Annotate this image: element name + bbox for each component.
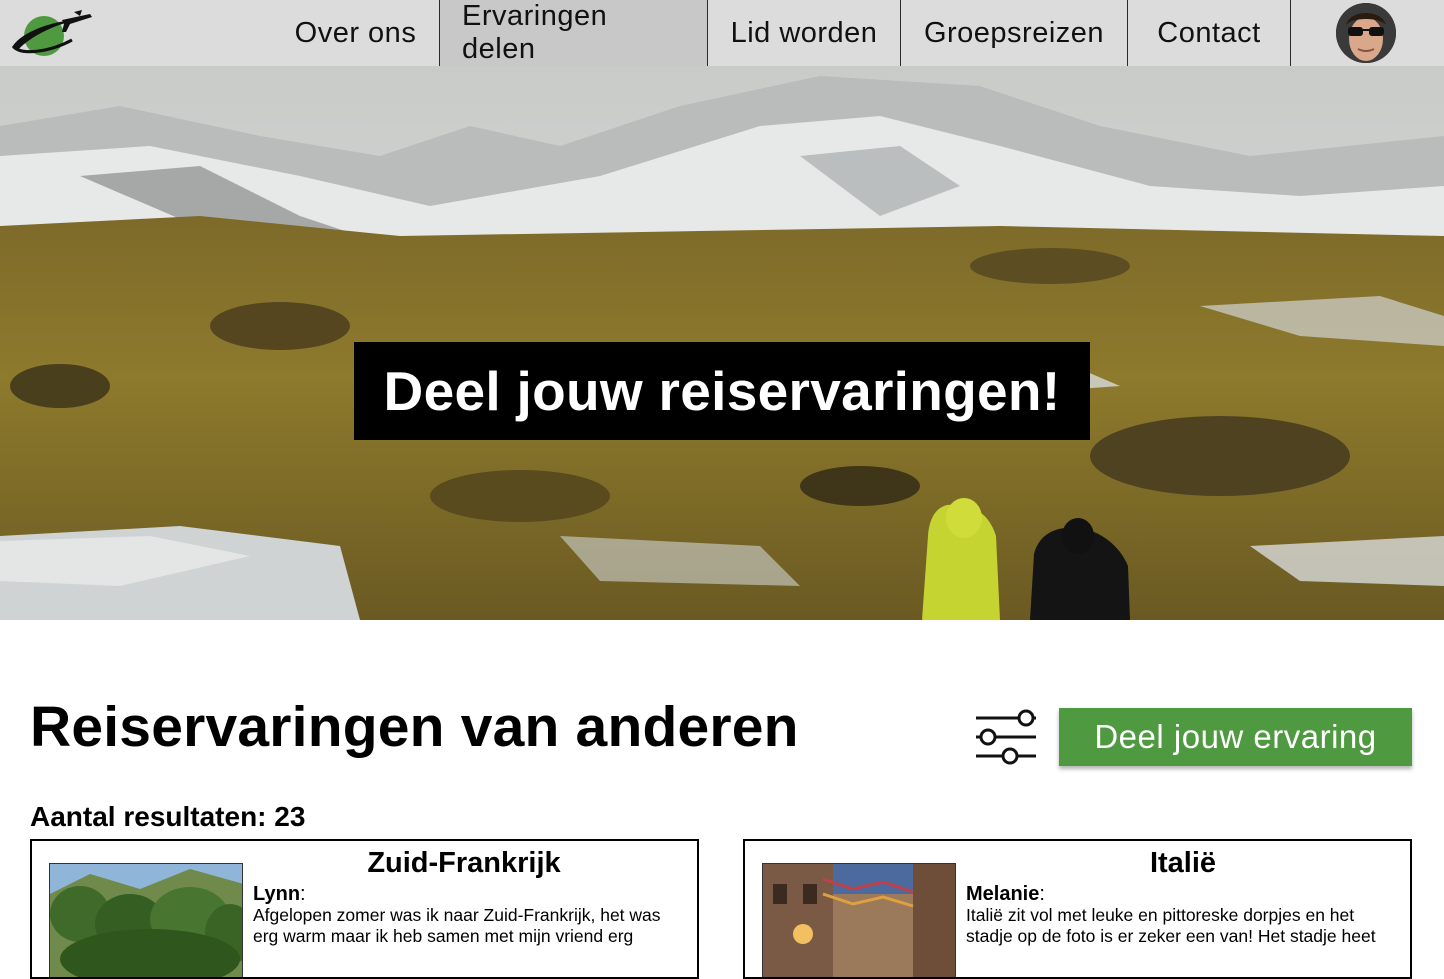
user-avatar[interactable]: [1336, 3, 1396, 63]
card-author: Melanie:: [966, 883, 1045, 905]
globe-airplane-logo[interactable]: [10, 6, 94, 60]
sliders-icon[interactable]: [972, 708, 1040, 766]
nav-item-over-ons[interactable]: Over ons: [272, 0, 440, 66]
card-author: Lynn:: [253, 883, 306, 905]
experience-card[interactable]: Zuid-Frankrijk Lynn: Afgelopen zomer was…: [30, 839, 699, 979]
share-experience-button[interactable]: Deel jouw ervaring: [1059, 708, 1412, 766]
nav-item-contact[interactable]: Contact: [1128, 0, 1291, 66]
card-thumbnail: [762, 863, 956, 977]
nav-item-ervaringen-delen[interactable]: Ervaringen delen: [440, 0, 708, 66]
section-title: Reiservaringen van anderen: [30, 695, 799, 759]
card-text: Afgelopen zomer was ik naar Zuid-Frankri…: [253, 905, 661, 946]
card-text: Italië zit vol met leuke en pittoreske d…: [966, 905, 1376, 946]
card-title: Italië: [1149, 847, 1217, 879]
experience-card[interactable]: Italië Melanie: Italië zit vol met leuke…: [743, 839, 1412, 979]
nav-item-lid-worden[interactable]: Lid worden: [708, 0, 901, 66]
hero-title: Deel jouw reiservaringen!: [354, 342, 1090, 440]
nav-item-groepsreizen[interactable]: Groepsreizen: [901, 0, 1128, 66]
top-navigation: Over ons Ervaringen delen Lid worden Gro…: [0, 0, 1444, 66]
main-menu: Over ons Ervaringen delen Lid worden Gro…: [272, 0, 1291, 66]
hero-banner: Deel jouw reiservaringen!: [0, 66, 1444, 620]
card-thumbnail: [49, 863, 243, 977]
results-count: Aantal resultaten: 23: [30, 801, 306, 832]
card-title: Zuid-Frankrijk: [367, 847, 561, 879]
